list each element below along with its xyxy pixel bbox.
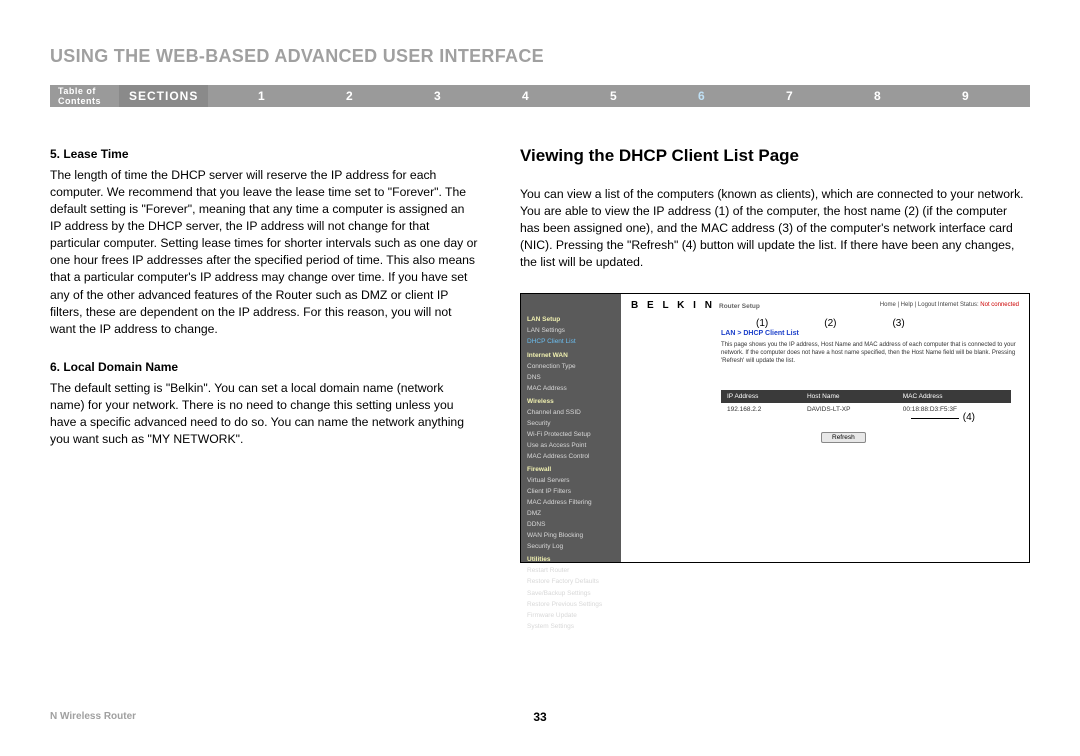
internet-status: Not connected bbox=[980, 302, 1019, 308]
section-7[interactable]: 7 bbox=[754, 89, 824, 103]
sidebar-item[interactable]: MAC Address bbox=[527, 383, 615, 394]
sidebar-item[interactable]: System Settings bbox=[527, 621, 615, 632]
section-nav: Table of Contents SECTIONS 1 2 3 4 5 6 7… bbox=[50, 85, 1030, 107]
top-links[interactable]: Home | Help | Logout Internet Status: No… bbox=[880, 302, 1019, 308]
sidebar-item[interactable]: Restore Previous Settings bbox=[527, 599, 615, 610]
section-1[interactable]: 1 bbox=[226, 89, 296, 103]
cell-mac: 00:18:88:D3:F5:3F bbox=[897, 403, 1011, 416]
sidebar-item[interactable]: LAN Settings bbox=[527, 325, 615, 336]
page-number: 33 bbox=[533, 710, 546, 724]
right-title: Viewing the DHCP Client List Page bbox=[520, 146, 1030, 166]
router-sidebar: LAN Setup LAN Settings DHCP Client List … bbox=[521, 294, 621, 562]
th-host: Host Name bbox=[801, 390, 897, 403]
breadcrumb: LAN > DHCP Client List bbox=[721, 330, 799, 337]
sidebar-group-wireless: Wireless bbox=[527, 396, 615, 407]
callout-3: (3) bbox=[892, 318, 904, 329]
refresh-button[interactable]: Refresh bbox=[821, 432, 866, 443]
section-3[interactable]: 3 bbox=[402, 89, 472, 103]
section-2[interactable]: 2 bbox=[314, 89, 384, 103]
sidebar-item[interactable]: Save/Backup Settings bbox=[527, 588, 615, 599]
sections-label: SECTIONS bbox=[119, 85, 208, 107]
content-columns: 5. Lease Time The length of time the DHC… bbox=[50, 147, 1030, 563]
sidebar-item[interactable]: DNS bbox=[527, 372, 615, 383]
sidebar-item-selected[interactable]: DHCP Client List bbox=[527, 336, 615, 347]
callout-1: (1) bbox=[756, 318, 768, 329]
sidebar-item[interactable]: MAC Address Control bbox=[527, 451, 615, 462]
belkin-logo: B E L K I N bbox=[631, 300, 715, 311]
callout-4: (4) bbox=[963, 412, 975, 423]
section-5[interactable]: 5 bbox=[578, 89, 648, 103]
sidebar-item[interactable]: Channel and SSID bbox=[527, 407, 615, 418]
th-mac: MAC Address bbox=[897, 390, 1011, 403]
router-setup-label: Router Setup bbox=[719, 303, 760, 310]
lease-time-text: The length of time the DHCP server will … bbox=[50, 167, 478, 338]
page-footer: N Wireless Router 33 bbox=[50, 711, 1030, 722]
router-main: B E L K I N Router Setup Home | Help | L… bbox=[621, 294, 1029, 562]
sidebar-item[interactable]: WAN Ping Blocking bbox=[527, 530, 615, 541]
callout-4-line bbox=[911, 418, 959, 419]
left-column: 5. Lease Time The length of time the DHC… bbox=[50, 147, 478, 563]
sidebar-item[interactable]: Firmware Update bbox=[527, 610, 615, 621]
cell-ip: 192.168.2.2 bbox=[721, 403, 801, 416]
sidebar-item[interactable]: Virtual Servers bbox=[527, 475, 615, 486]
sidebar-item[interactable]: Security Log bbox=[527, 541, 615, 552]
footer-product: N Wireless Router bbox=[50, 711, 136, 722]
sidebar-item[interactable]: Use as Access Point bbox=[527, 440, 615, 451]
sidebar-item[interactable]: Wi-Fi Protected Setup bbox=[527, 429, 615, 440]
callout-2: (2) bbox=[824, 318, 836, 329]
page-title: USING THE WEB-BASED ADVANCED USER INTERF… bbox=[50, 46, 1030, 67]
top-links-text[interactable]: Home | Help | Logout Internet Status: bbox=[880, 302, 979, 308]
sidebar-item[interactable]: DDNS bbox=[527, 519, 615, 530]
page-description: This page shows you the IP address, Host… bbox=[721, 342, 1019, 365]
sidebar-group-firewall: Firewall bbox=[527, 464, 615, 475]
right-column: Viewing the DHCP Client List Page You ca… bbox=[520, 147, 1030, 563]
callouts-row: (1) (2) (3) bbox=[756, 318, 905, 329]
section-10[interactable]: 10 bbox=[1018, 89, 1080, 103]
section-4[interactable]: 4 bbox=[490, 89, 560, 103]
router-screenshot: LAN Setup LAN Settings DHCP Client List … bbox=[520, 293, 1030, 563]
sidebar-item[interactable]: Security bbox=[527, 418, 615, 429]
section-9[interactable]: 9 bbox=[930, 89, 1000, 103]
sidebar-item[interactable]: Connection Type bbox=[527, 361, 615, 372]
table-header-row: IP Address Host Name MAC Address bbox=[721, 390, 1011, 403]
cell-host: DAVIDS-LT-XP bbox=[801, 403, 897, 416]
sidebar-group-utilities: Utilities bbox=[527, 554, 615, 565]
local-domain-text: The default setting is "Belkin". You can… bbox=[50, 380, 478, 448]
sidebar-item[interactable]: Restart Router bbox=[527, 565, 615, 576]
section-8[interactable]: 8 bbox=[842, 89, 912, 103]
sidebar-item[interactable]: Client IP Filters bbox=[527, 486, 615, 497]
sidebar-item[interactable]: DMZ bbox=[527, 508, 615, 519]
sidebar-group-lan: LAN Setup bbox=[527, 314, 615, 325]
local-domain-heading: 6. Local Domain Name bbox=[50, 360, 478, 374]
sidebar-item[interactable]: Restore Factory Defaults bbox=[527, 576, 615, 587]
section-6[interactable]: 6 bbox=[666, 89, 736, 103]
sidebar-item[interactable]: MAC Address Filtering bbox=[527, 497, 615, 508]
toc-link[interactable]: Table of Contents bbox=[58, 86, 101, 106]
th-ip: IP Address bbox=[721, 390, 801, 403]
lease-time-heading: 5. Lease Time bbox=[50, 147, 478, 161]
right-text: You can view a list of the computers (kn… bbox=[520, 186, 1030, 271]
sidebar-group-wan: Internet WAN bbox=[527, 350, 615, 361]
